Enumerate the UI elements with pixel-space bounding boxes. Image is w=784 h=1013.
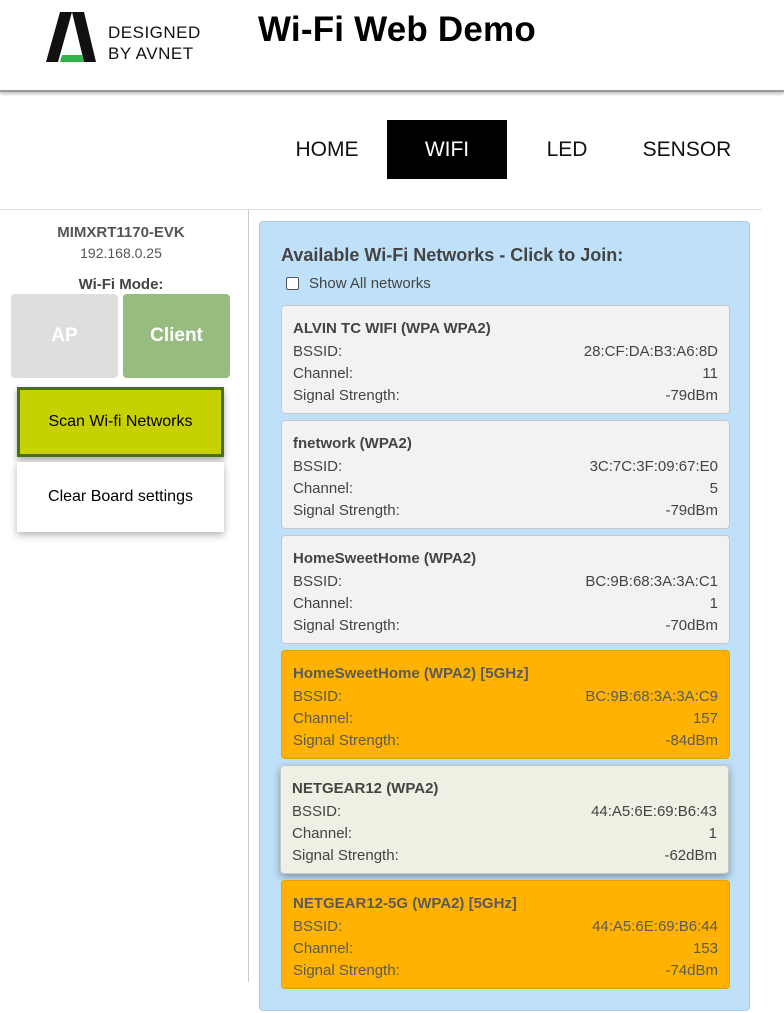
network-bssid-value: BC:9B:68:3A:3A:C1 (585, 573, 718, 590)
nav-home[interactable]: HOME (267, 120, 387, 179)
network-bssid-label: BSSID: (293, 343, 343, 360)
network-channel-value: 157 (692, 710, 718, 727)
networks-title: Available Wi-Fi Networks - Click to Join… (281, 245, 624, 265)
networks-panel: Available Wi-Fi Networks - Click to Join… (259, 221, 750, 1011)
nav-led[interactable]: LED (507, 120, 627, 179)
network-channel-label: Channel: (292, 825, 353, 842)
network-bssid-value: 28:CF:DA:B3:A6:8D (583, 343, 718, 360)
network-bssid-value: 3C:7C:3F:09:67:E0 (589, 458, 718, 475)
show-all-label: Show All networks (309, 275, 431, 292)
network-bssid-value: 44:A5:6E:69:B6:43 (591, 803, 717, 820)
network-channel-row: Channel: 1 (292, 823, 717, 845)
network-channel-row: Channel: 5 (293, 478, 718, 500)
network-signal-row: Signal Strength: -79dBm (293, 385, 718, 407)
network-channel-value: 1 (708, 825, 717, 842)
network-signal-label: Signal Strength: (293, 732, 400, 749)
client-mode-button[interactable]: Client (123, 294, 230, 378)
page-title: Wi-Fi Web Demo (258, 10, 536, 49)
network-bssid-label: BSSID: (293, 918, 343, 935)
main-nav: HOME WIFI LED SENSOR (267, 120, 747, 179)
network-bssid-row: BSSID: 44:A5:6E:69:B6:43 (292, 801, 717, 823)
network-channel-value: 153 (692, 940, 718, 957)
network-name: HomeSweetHome (WPA2) [5GHz] (293, 665, 529, 682)
network-signal-row: Signal Strength: -84dBm (293, 730, 718, 752)
network-channel-value: 5 (709, 480, 718, 497)
network-bssid-label: BSSID: (293, 458, 343, 475)
network-name: fnetwork (WPA2) (293, 435, 412, 452)
network-name: ALVIN TC WIFI (WPA WPA2) (293, 320, 491, 337)
network-bssid-value: 44:A5:6E:69:B6:44 (592, 918, 718, 935)
network-signal-row: Signal Strength: -62dBm (292, 845, 717, 867)
show-all-checkbox[interactable] (286, 277, 299, 290)
sidebar-divider (248, 210, 249, 982)
network-channel-label: Channel: (293, 710, 354, 727)
network-bssid-value: BC:9B:68:3A:3A:C9 (585, 688, 718, 705)
network-name: NETGEAR12 (WPA2) (292, 780, 439, 797)
network-channel-row: Channel: 157 (293, 708, 718, 730)
network-signal-row: Signal Strength: -74dBm (293, 960, 718, 982)
network-signal-label: Signal Strength: (293, 502, 400, 519)
network-card[interactable]: NETGEAR12 (WPA2) BSSID: 44:A5:6E:69:B6:43 C… (280, 765, 729, 874)
nav-wifi[interactable]: WIFI (387, 120, 507, 179)
network-bssid-row: BSSID: 3C:7C:3F:09:67:E0 (293, 456, 718, 478)
avnet-logo[interactable]: DESIGNED BY AVNET (46, 12, 206, 66)
network-signal-value: -79dBm (665, 502, 718, 519)
wifi-mode-label: Wi-Fi Mode: (78, 276, 164, 293)
device-name: MIMXRT1170-EVK (57, 224, 185, 241)
network-signal-label: Signal Strength: (293, 617, 400, 634)
logo-line-1: DESIGNED (108, 23, 201, 42)
logo-text: DESIGNED BY AVNET (108, 22, 201, 64)
content-divider (0, 209, 762, 210)
network-bssid-row: BSSID: 28:CF:DA:B3:A6:8D (293, 341, 718, 363)
network-card[interactable]: NETGEAR12-5G (WPA2) [5GHz] BSSID: 44:A5:6E… (281, 880, 730, 989)
network-channel-label: Channel: (293, 940, 354, 957)
network-signal-label: Signal Strength: (293, 962, 400, 979)
network-bssid-label: BSSID: (293, 688, 343, 705)
network-signal-row: Signal Strength: -70dBm (293, 615, 718, 637)
network-name: NETGEAR12-5G (WPA2) [5GHz] (293, 895, 517, 912)
network-card[interactable]: HomeSweetHome (WPA2) [5GHz] BSSID: BC:9B:6… (281, 650, 730, 759)
network-channel-value: 11 (702, 365, 718, 382)
avnet-logo-icon (46, 12, 96, 62)
network-channel-label: Channel: (293, 480, 354, 497)
nav-sensor[interactable]: SENSOR (627, 120, 747, 179)
show-all-toggle[interactable]: Show All networks (286, 275, 431, 292)
logo-line-2: BY AVNET (108, 44, 194, 63)
network-card[interactable]: ALVIN TC WIFI (WPA WPA2) BSSID: 28:CF:DA:B… (281, 305, 730, 414)
network-channel-row: Channel: 153 (293, 938, 718, 960)
network-channel-row: Channel: 11 (293, 363, 718, 385)
network-signal-value: -70dBm (665, 617, 718, 634)
network-name: HomeSweetHome (WPA2) (293, 550, 477, 567)
network-signal-value: -62dBm (664, 847, 717, 864)
network-signal-value: -84dBm (665, 732, 718, 749)
clear-settings-button[interactable]: Clear Board settings (17, 462, 224, 532)
network-signal-value: -74dBm (665, 962, 718, 979)
network-signal-label: Signal Strength: (292, 847, 399, 864)
network-signal-value: -79dBm (665, 387, 718, 404)
ap-mode-button[interactable]: AP (11, 294, 118, 378)
network-card[interactable]: HomeSweetHome (WPA2) BSSID: BC:9B:68:3A:3A… (281, 535, 730, 644)
network-channel-row: Channel: 1 (293, 593, 718, 615)
network-bssid-row: BSSID: BC:9B:68:3A:3A:C9 (293, 686, 718, 708)
network-signal-label: Signal Strength: (293, 387, 400, 404)
device-ip: 192.168.0.25 (80, 245, 162, 261)
network-bssid-label: BSSID: (293, 573, 343, 590)
network-bssid-row: BSSID: BC:9B:68:3A:3A:C1 (293, 571, 718, 593)
network-channel-label: Channel: (293, 595, 354, 612)
page-header: DESIGNED BY AVNET Wi-Fi Web Demo (0, 0, 784, 92)
network-channel-label: Channel: (293, 365, 354, 382)
network-signal-row: Signal Strength: -79dBm (293, 500, 718, 522)
network-channel-value: 1 (709, 595, 718, 612)
network-bssid-label: BSSID: (292, 803, 342, 820)
scan-networks-button[interactable]: Scan Wi-fi Networks (17, 387, 224, 457)
network-bssid-row: BSSID: 44:A5:6E:69:B6:44 (293, 916, 718, 938)
network-card[interactable]: fnetwork (WPA2) BSSID: 3C:7C:3F:09:67:E0 Ch… (281, 420, 730, 529)
